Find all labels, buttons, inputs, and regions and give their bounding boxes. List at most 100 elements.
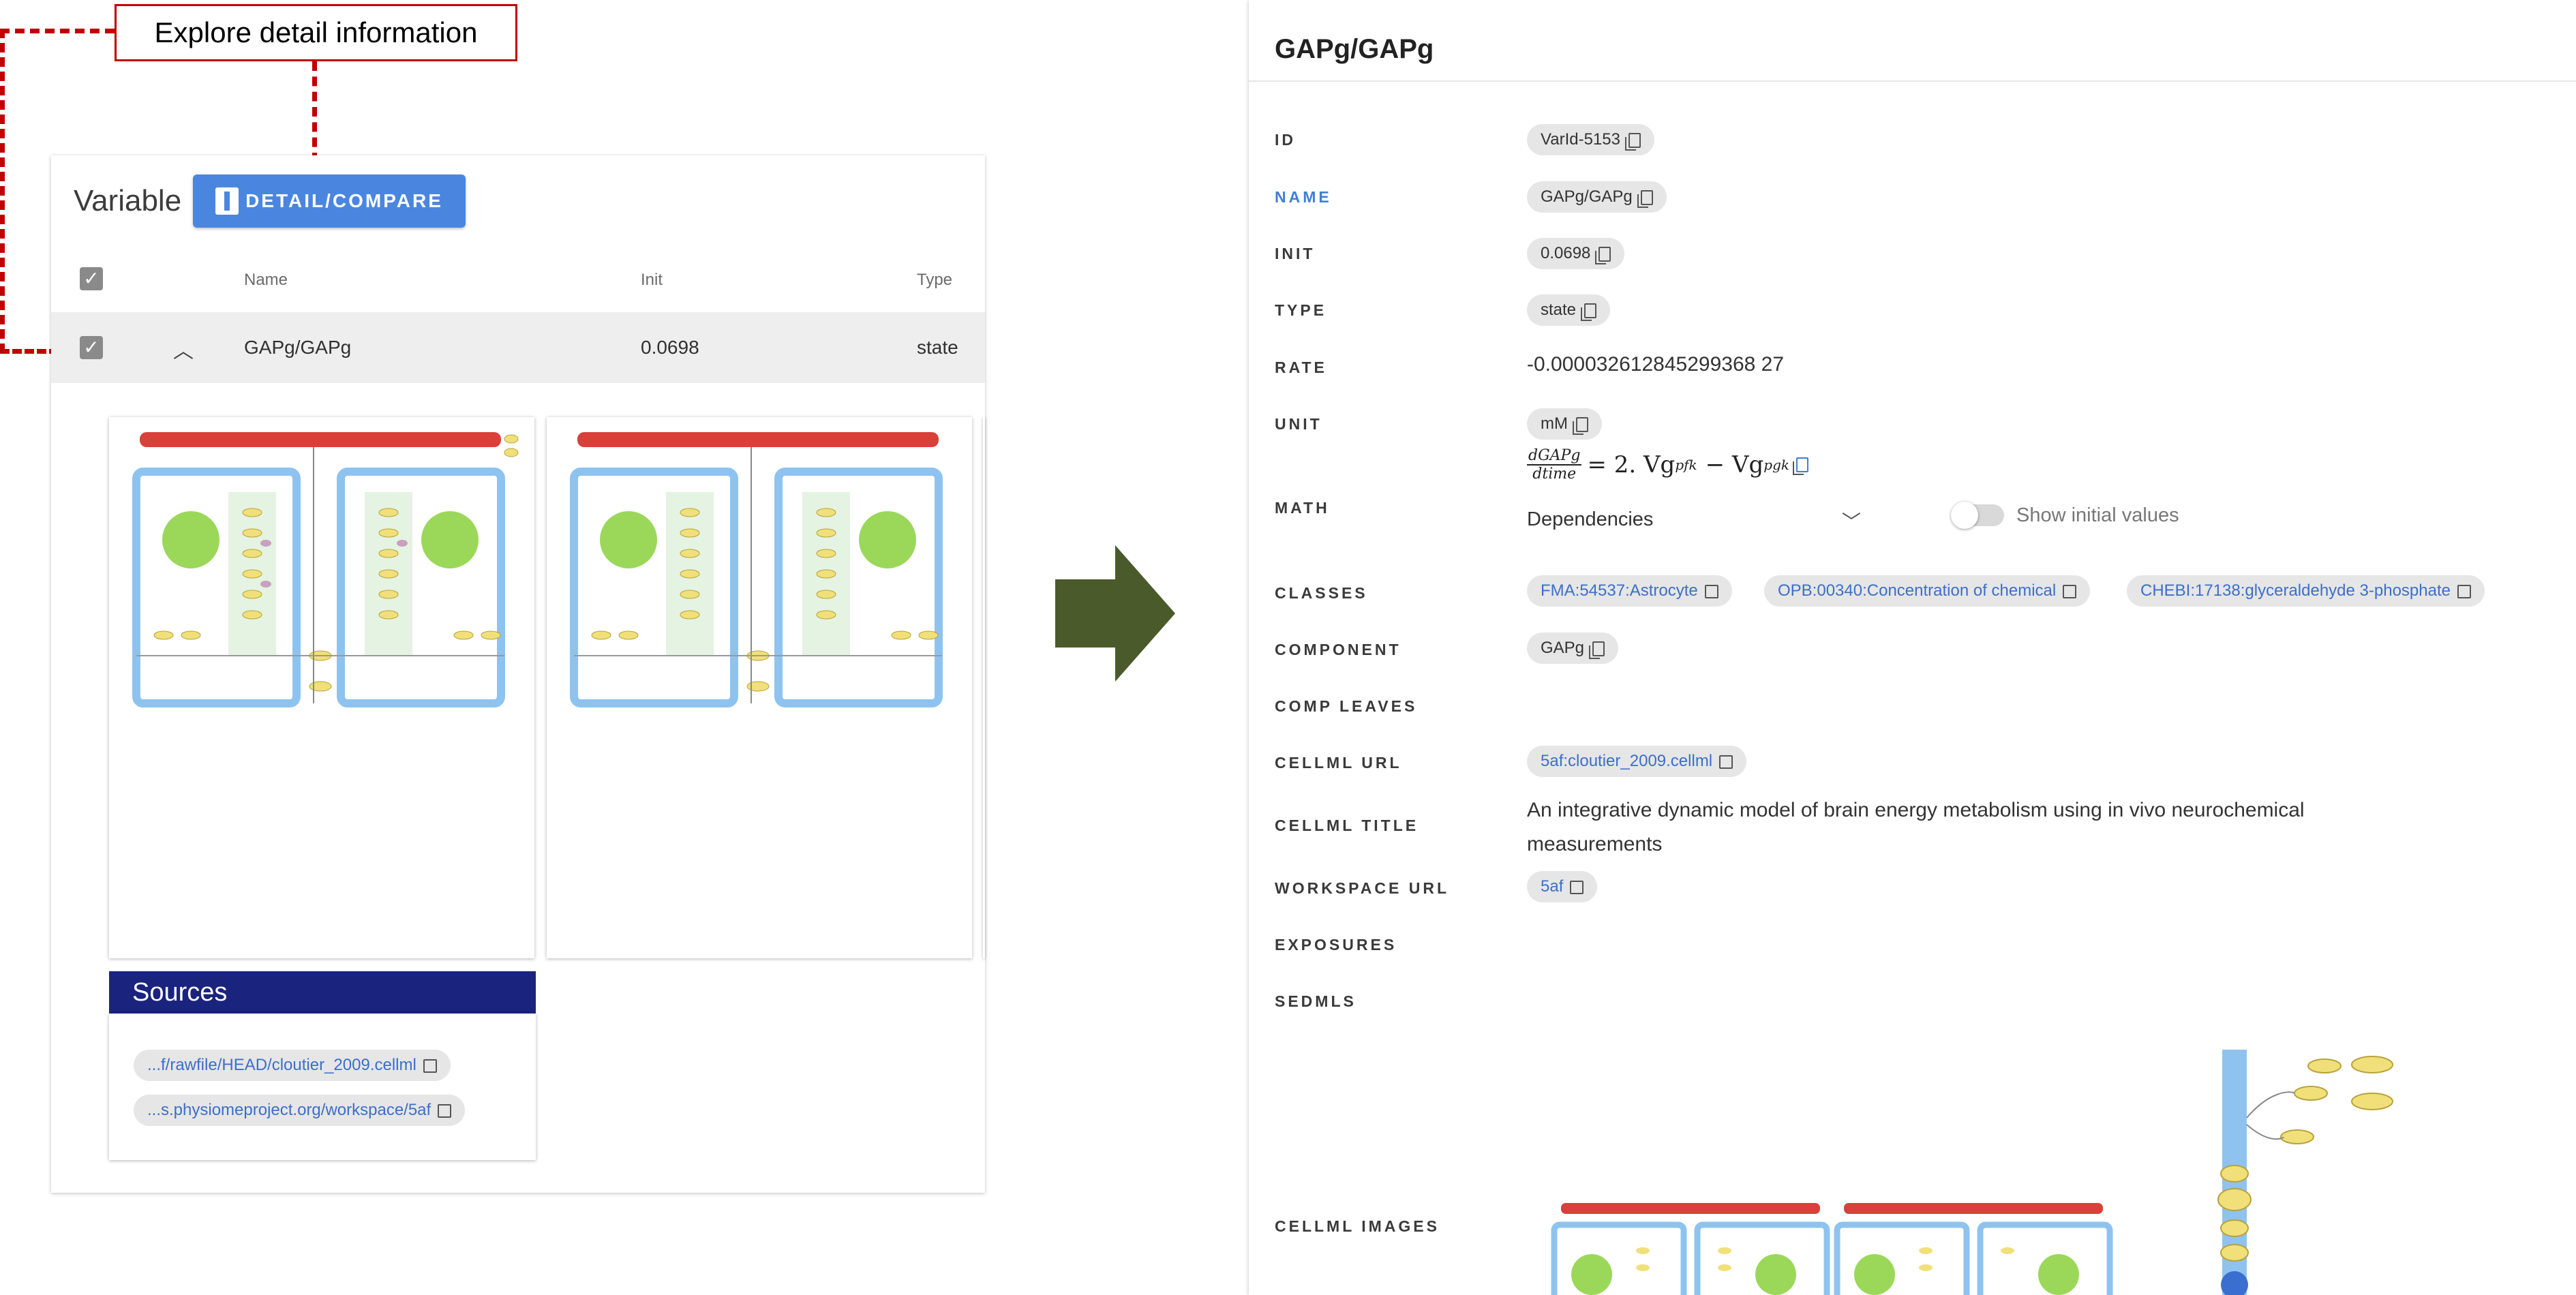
- row-checkbox[interactable]: ✓: [80, 336, 103, 359]
- label-workspace-url: WORKSPACE URL: [1275, 879, 1450, 897]
- column-header-init[interactable]: Init: [641, 271, 663, 290]
- label-comp-leaves: COMP LEAVES: [1275, 697, 1418, 715]
- class-chip-2-text: OPB:00340:Concentration of chemical: [1778, 581, 2057, 600]
- external-link-icon: [1719, 755, 1733, 769]
- row-name: GAPg/GAPg: [244, 337, 352, 358]
- cellml-url-chip[interactable]: 5af:cloutier_2009.cellml: [1527, 746, 1747, 777]
- divider: [1249, 80, 2576, 82]
- external-link-icon: [423, 1058, 437, 1073]
- label-rate: RATE: [1275, 359, 1327, 376]
- workspace-url-value: 5af: [1541, 877, 1564, 896]
- component-value: GAPg: [1541, 639, 1585, 657]
- copy-icon[interactable]: [1572, 416, 1588, 435]
- math-minus: − Vg: [1705, 451, 1764, 478]
- chevron-down-icon[interactable]: ﹀: [1842, 507, 1861, 534]
- source-link-1-text: ...f/rawfile/HEAD/cloutier_2009.cellml: [147, 1056, 416, 1074]
- label-component: COMPONENT: [1275, 641, 1401, 658]
- label-cellml-images: CELLML IMAGES: [1275, 1217, 1440, 1235]
- dependencies-select[interactable]: Dependencies: [1527, 508, 1653, 531]
- source-link-1[interactable]: ...f/rawfile/HEAD/cloutier_2009.cellml: [134, 1050, 451, 1081]
- source-link-2[interactable]: ...s.physiomeproject.org/workspace/5af: [134, 1095, 466, 1126]
- workspace-url-chip[interactable]: 5af: [1527, 871, 1598, 902]
- detail-title: GAPg/GAPg: [1275, 34, 1434, 64]
- rate-value: -0.000032612845299368 27: [1527, 353, 1785, 376]
- label-name[interactable]: NAME: [1275, 188, 1332, 207]
- show-initial-toggle[interactable]: [1951, 502, 2004, 529]
- cellml-image-1[interactable]: [1551, 1203, 1830, 1295]
- select-all-checkbox[interactable]: ✓: [80, 267, 103, 290]
- class-chip-1[interactable]: FMA:54537:Astrocyte: [1527, 575, 1732, 607]
- cellml-image-3[interactable]: [2195, 1050, 2399, 1295]
- show-initial-label: Show initial values: [2016, 504, 2179, 526]
- detail-compare-button[interactable]: DETAIL/COMPARE: [193, 174, 466, 228]
- math-numerator: dGAPg: [1527, 447, 1582, 466]
- transition-arrow-icon: [1055, 545, 1175, 682]
- copy-icon[interactable]: [1589, 641, 1605, 659]
- label-init: INIT: [1275, 245, 1316, 262]
- detail-compare-label: DETAIL/COMPARE: [245, 190, 443, 211]
- math-rhs: = 2. Vg: [1587, 451, 1676, 478]
- dependencies-label: Dependencies: [1527, 508, 1654, 530]
- label-classes: CLASSES: [1275, 584, 1368, 602]
- init-chip[interactable]: 0.0698: [1527, 238, 1625, 269]
- cellml-title-value: An integrative dynamic model of brain en…: [1527, 799, 2305, 855]
- name-chip[interactable]: GAPg/GAPg: [1527, 181, 1667, 213]
- class-chip-3[interactable]: CHEBI:17138:glyceraldehyde 3-phosphate: [2127, 575, 2485, 607]
- chevron-up-icon[interactable]: ︿: [173, 334, 194, 364]
- annotation-line-to-button: [312, 61, 317, 162]
- variable-panel-title: Variable: [74, 184, 182, 217]
- external-link-icon: [2063, 584, 2077, 598]
- label-type: TYPE: [1275, 301, 1327, 319]
- cellml-thumbnail-2[interactable]: [547, 417, 972, 958]
- external-link-icon: [1570, 880, 1584, 894]
- label-id: ID: [1275, 131, 1296, 149]
- cellml-image-thumbnails[interactable]: [1541, 1196, 2113, 1295]
- id-value: VarId-5153: [1541, 130, 1620, 149]
- label-exposures: EXPOSURES: [1275, 936, 1397, 954]
- cellml-diagram-1: [132, 432, 519, 707]
- compare-icon: [215, 187, 239, 215]
- math-fraction: dGAPg dtime: [1527, 447, 1582, 483]
- label-math: MATH: [1275, 499, 1330, 517]
- cellml-thumbnail-1[interactable]: [109, 417, 534, 958]
- component-chip[interactable]: GAPg: [1527, 633, 1619, 664]
- math-equation: dGAPg dtime = 2. Vg pfk − Vg pgk: [1527, 447, 1808, 483]
- copy-icon[interactable]: [1637, 189, 1653, 208]
- math-sub-1: pfk: [1675, 457, 1697, 473]
- id-chip[interactable]: VarId-5153: [1527, 124, 1654, 155]
- annotation-callout: Explore detail information: [115, 4, 517, 61]
- label-unit: UNIT: [1275, 415, 1322, 433]
- math-denominator: dtime: [1532, 466, 1577, 483]
- type-value: state: [1541, 301, 1577, 319]
- label-cellml-url: CELLML URL: [1275, 754, 1402, 772]
- sources-body: [109, 1014, 536, 1160]
- cellml-thumbnail-3-edge: [983, 417, 985, 958]
- copy-icon[interactable]: [1595, 246, 1611, 264]
- copy-icon[interactable]: [1624, 132, 1641, 151]
- copy-icon[interactable]: [1581, 303, 1597, 321]
- cellml-diagram-2: [570, 432, 943, 707]
- external-link-icon: [2457, 584, 2471, 598]
- unit-chip[interactable]: mM: [1527, 408, 1602, 440]
- unit-value: mM: [1541, 414, 1568, 433]
- annotation-line-to-checkbox: [0, 349, 59, 354]
- row-type: state: [917, 337, 958, 358]
- init-value: 0.0698: [1541, 244, 1591, 262]
- type-chip[interactable]: state: [1527, 294, 1611, 326]
- column-header-type[interactable]: Type: [917, 271, 952, 290]
- label-cellml-title: CELLML TITLE: [1275, 817, 1419, 834]
- class-chip-3-text: CHEBI:17138:glyceraldehyde 3-phosphate: [2140, 581, 2451, 600]
- class-chip-2[interactable]: OPB:00340:Concentration of chemical: [1764, 575, 2091, 607]
- copy-icon[interactable]: [1793, 457, 1808, 475]
- name-value: GAPg/GAPg: [1541, 187, 1633, 206]
- label-sedmls: SEDMLS: [1275, 992, 1357, 1010]
- source-link-2-text: ...s.physiomeproject.org/workspace/5af: [147, 1101, 431, 1119]
- row-init: 0.0698: [641, 337, 699, 358]
- class-chip-1-text: FMA:54537:Astrocyte: [1541, 581, 1698, 600]
- external-link-icon: [438, 1103, 452, 1118]
- column-header-name[interactable]: Name: [244, 271, 288, 290]
- sources-header: Sources: [109, 971, 536, 1014]
- cellml-image-2[interactable]: [1834, 1203, 2113, 1295]
- annotation-line-top: [0, 29, 115, 33]
- annotation-text: Explore detail information: [154, 16, 478, 48]
